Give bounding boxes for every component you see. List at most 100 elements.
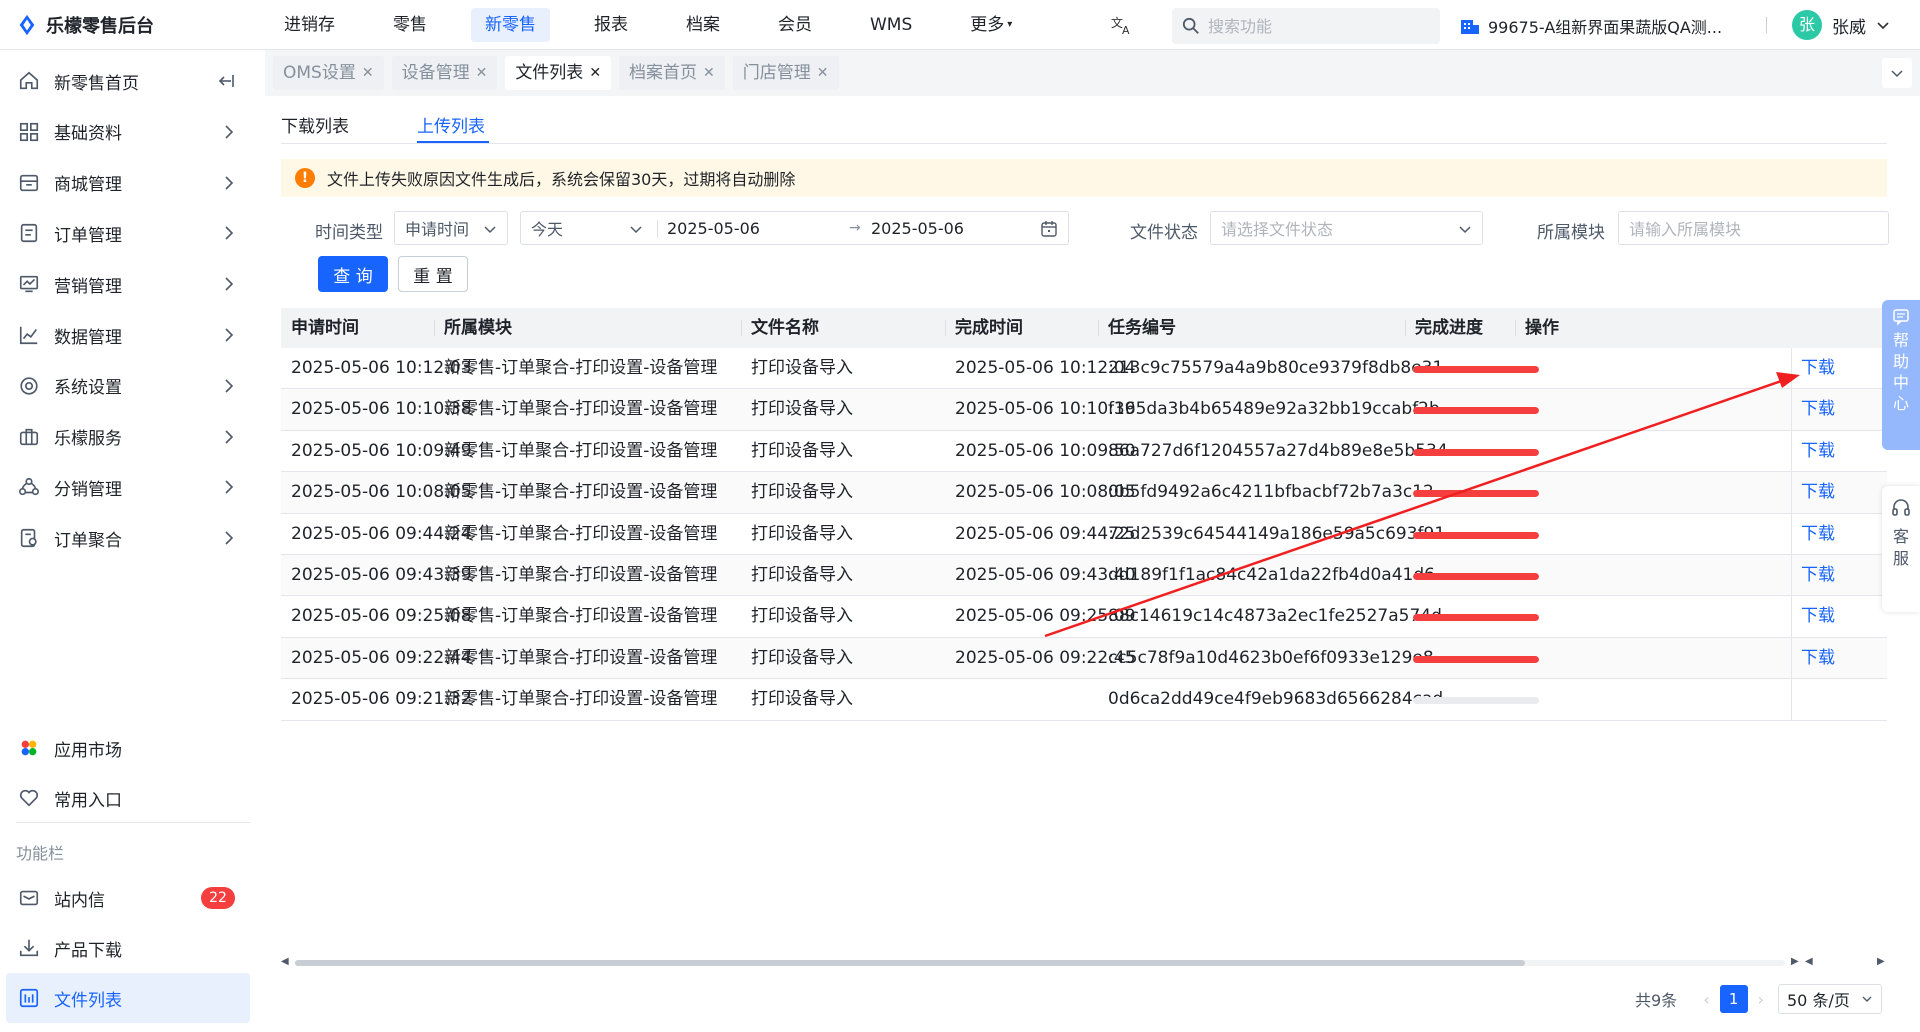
table-cell-module: 新零售-订单聚合-打印设置-设备管理	[444, 689, 718, 710]
scroll-thumb[interactable]	[295, 960, 1525, 966]
logo[interactable]: 乐檬零售后台	[0, 0, 265, 49]
file-status-select[interactable]: 请选择文件状态	[1210, 211, 1483, 245]
download-link[interactable]: 下载	[1801, 638, 1835, 679]
next-page-icon[interactable]: ›	[1758, 990, 1764, 1009]
table-cell-name: 打印设备导入	[751, 647, 853, 668]
help-center-char: 帮	[1892, 331, 1909, 350]
page-size-select[interactable]: 50 条/页	[1778, 984, 1882, 1014]
top-nav-label: 零售	[393, 14, 427, 35]
scroll-left-icon[interactable]: ◀	[281, 956, 289, 967]
date-range-picker[interactable]: 今天 2025-05-06 → 2025-05-06	[520, 211, 1069, 245]
top-nav-label: 新零售	[485, 14, 536, 35]
top-nav-item[interactable]: 会员	[764, 8, 826, 42]
scroll-right-icon[interactable]: ▶	[1877, 956, 1885, 967]
horizontal-scrollbar[interactable]: ◀ ▶ ◀ ▶	[281, 956, 1887, 968]
close-icon[interactable]: ✕	[362, 56, 374, 90]
sidebar-item-label: 系统设置	[54, 378, 122, 399]
sidebar-item-label: 营销管理	[54, 276, 122, 297]
page-tab[interactable]: 门店管理 ✕	[732, 56, 839, 90]
top-nav-label: 档案	[686, 14, 720, 35]
tab-upload-list[interactable]: 上传列表	[417, 112, 485, 137]
range-preset-value[interactable]: 今天	[531, 216, 563, 240]
close-icon[interactable]: ✕	[589, 56, 601, 90]
top-nav-item[interactable]: 新零售	[471, 7, 550, 42]
top-nav-item[interactable]: WMS	[856, 8, 926, 42]
sidebar-item[interactable]: 文件列表	[6, 973, 250, 1023]
top-nav-item[interactable]: 报表	[580, 8, 642, 42]
sidebar-item[interactable]: 站内信 22	[0, 873, 265, 923]
download-link[interactable]: 下载	[1801, 555, 1835, 596]
sidebar-item[interactable]: 系统设置	[0, 361, 265, 411]
download-link[interactable]: 下载	[1801, 348, 1835, 389]
progress-fill	[1413, 614, 1539, 622]
page-tab[interactable]: 档案首页 ✕	[619, 56, 725, 90]
progress-bar	[1413, 448, 1539, 456]
module-input[interactable]: 请输入所属模块	[1618, 211, 1889, 245]
total-count: 共9条	[1635, 991, 1678, 1010]
help-center-char: 助	[1892, 352, 1909, 371]
sidebar-item[interactable]: 乐檬服务	[0, 412, 265, 462]
sidebar-item[interactable]: 订单管理	[0, 208, 265, 258]
tabs-more-button[interactable]	[1882, 58, 1912, 88]
calendar-icon	[1041, 221, 1057, 237]
download-icon	[19, 939, 39, 957]
chevron-down-icon	[1877, 22, 1889, 30]
top-nav-item[interactable]: 更多 ▾	[956, 8, 1026, 42]
top-nav-item[interactable]: 零售	[379, 8, 441, 42]
customer-service-button[interactable]: 客服	[1882, 486, 1920, 612]
translate-icon[interactable]: 文A	[1110, 14, 1134, 37]
sidebar-item[interactable]: 数据管理	[0, 310, 265, 360]
help-center-button[interactable]: 帮助中心	[1882, 300, 1920, 450]
table-cell-name: 打印设备导入	[751, 440, 853, 461]
top-nav-item[interactable]: 进销存	[270, 8, 349, 42]
sidebar-item[interactable]: 商城管理	[0, 158, 265, 208]
download-link[interactable]: 下载	[1801, 389, 1835, 430]
sidebar-item[interactable]: 应用市场	[0, 723, 265, 773]
collapse-sidebar-icon[interactable]	[217, 72, 235, 90]
marketing-icon	[19, 276, 39, 293]
time-type-select[interactable]: 申请时间	[394, 211, 508, 245]
date-end[interactable]: 2025-05-06	[871, 219, 964, 238]
download-link[interactable]: 下载	[1801, 514, 1835, 555]
download-link[interactable]: 下载	[1801, 431, 1835, 472]
close-icon[interactable]: ✕	[476, 56, 488, 90]
sidebar-item[interactable]: 分销管理	[0, 462, 265, 512]
table-cell-module: 新零售-订单聚合-打印设置-设备管理	[444, 399, 718, 420]
sidebar-item[interactable]: 订单聚合	[0, 513, 265, 563]
close-icon[interactable]: ✕	[817, 56, 829, 90]
page-size-value: 50 条/页	[1787, 991, 1850, 1010]
prev-page-icon[interactable]: ‹	[1703, 990, 1709, 1009]
sidebar-item[interactable]: 基础资料	[0, 107, 265, 157]
sidebar-item[interactable]: 产品下载	[0, 923, 265, 973]
top-nav-item[interactable]: 档案	[672, 8, 734, 42]
chevron-right-icon	[225, 379, 234, 393]
page-tab[interactable]: 文件列表 ✕	[505, 56, 612, 90]
table-cell-task: 0b5fd9492a6c4211bfbacbf72b7a3c12	[1108, 482, 1434, 503]
store-selector[interactable]: 99675-A组新界面果蔬版QA测...	[1460, 14, 1722, 38]
table-cell-name: 打印设备导入	[751, 523, 853, 544]
chart-icon	[19, 326, 38, 345]
progress-bar	[1413, 366, 1539, 373]
query-button[interactable]: 查 询	[318, 256, 388, 292]
close-icon[interactable]: ✕	[703, 56, 715, 90]
progress-bar	[1413, 407, 1539, 415]
top-nav-label: 报表	[594, 14, 628, 35]
page-tab[interactable]: OMS设置 ✕	[273, 56, 384, 90]
download-link[interactable]: 下载	[1801, 472, 1835, 513]
download-link[interactable]: 下载	[1801, 596, 1835, 637]
user-menu[interactable]: 张 张威	[1792, 10, 1890, 40]
reset-button[interactable]: 重 置	[398, 256, 468, 292]
main-panel: 下载列表 上传列表 ! 文件上传失败原因文件生成后，系统会保留30天，过期将自动…	[265, 96, 1920, 1032]
page-tab[interactable]: 设备管理 ✕	[391, 56, 498, 90]
chevron-right-icon	[225, 226, 234, 240]
current-page[interactable]: 1	[1719, 985, 1748, 1013]
sidebar-item[interactable]: 营销管理	[0, 259, 265, 309]
search-box[interactable]	[1172, 8, 1440, 44]
date-start[interactable]: 2025-05-06	[667, 219, 760, 238]
tab-download-list[interactable]: 下载列表	[281, 112, 349, 137]
scroll-right-icon[interactable]: ▶	[1791, 956, 1799, 967]
sidebar-item[interactable]: 新零售首页	[0, 56, 265, 106]
search-input[interactable]	[1208, 16, 1428, 36]
scroll-left-icon[interactable]: ◀	[1805, 956, 1813, 967]
sidebar-item[interactable]: 常用入口	[0, 773, 265, 823]
